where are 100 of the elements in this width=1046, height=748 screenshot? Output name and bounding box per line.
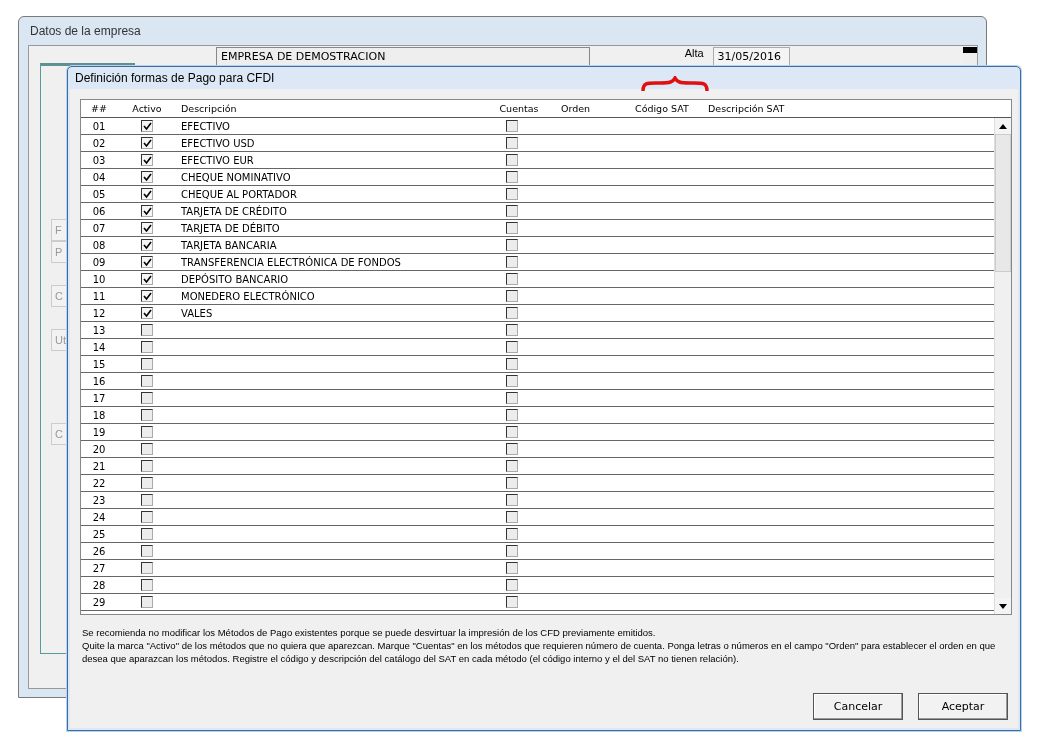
dialog-button[interactable]: Cancelar: [813, 693, 903, 720]
row-number: 16: [92, 375, 106, 387]
row-number: 12: [92, 307, 106, 319]
checkbox[interactable]: [506, 409, 518, 421]
checkbox[interactable]: [141, 188, 153, 200]
checkbox[interactable]: [506, 579, 518, 591]
row-number: 06: [92, 205, 106, 217]
table-cell: CHEQUE NOMINATIVO: [181, 171, 291, 183]
checkbox[interactable]: [506, 290, 518, 302]
checkbox[interactable]: [141, 460, 153, 472]
checkbox[interactable]: [141, 392, 153, 404]
checkbox[interactable]: [506, 341, 518, 353]
row-number: 14: [92, 341, 106, 353]
checkbox[interactable]: [141, 205, 153, 217]
checkbox[interactable]: [141, 154, 153, 166]
checkbox[interactable]: [141, 290, 153, 302]
row-number: 22: [92, 477, 106, 489]
row-number: 07: [92, 222, 106, 234]
checkbox[interactable]: [141, 545, 153, 557]
checkbox[interactable]: [506, 358, 518, 370]
checkbox[interactable]: [141, 375, 153, 387]
column-header: Activo: [131, 103, 163, 114]
checkbox[interactable]: [506, 137, 518, 149]
table-cell: MONEDERO ELECTRÓNICO: [181, 290, 315, 302]
checkbox[interactable]: [141, 494, 153, 506]
checkbox[interactable]: [141, 239, 153, 251]
checkbox[interactable]: [141, 596, 153, 608]
checkbox[interactable]: [506, 596, 518, 608]
checkbox[interactable]: [506, 375, 518, 387]
table-cell: TRANSFERENCIA ELECTRÓNICA DE FONDOS: [181, 256, 401, 268]
checkbox[interactable]: [506, 307, 518, 319]
checkbox[interactable]: [141, 307, 153, 319]
checkbox[interactable]: [141, 120, 153, 132]
checkbox[interactable]: [141, 579, 153, 591]
checkbox[interactable]: [141, 256, 153, 268]
row-number: 21: [92, 460, 106, 472]
checkbox[interactable]: [506, 392, 518, 404]
note-text: Se recomienda no modificar los Métodos de Pago existentes porque se puede desvirtuar la impresión de los CFD previamente emitidos.: [82, 626, 657, 639]
checkbox[interactable]: [141, 426, 153, 438]
checkbox[interactable]: [141, 562, 153, 574]
scroll-up-icon[interactable]: [995, 118, 1011, 134]
table-cell: TARJETA BANCARIA: [181, 239, 277, 251]
checkbox[interactable]: [141, 171, 153, 183]
table-cell: EFECTIVO EUR: [181, 154, 254, 166]
checkbox[interactable]: [141, 528, 153, 540]
scrollbar[interactable]: [994, 118, 1011, 614]
row-number: 01: [92, 120, 106, 132]
checkbox[interactable]: [141, 409, 153, 421]
row-number: 24: [92, 511, 106, 523]
checkbox[interactable]: [506, 528, 518, 540]
checkbox[interactable]: [506, 222, 518, 234]
checkbox[interactable]: [506, 256, 518, 268]
checkbox[interactable]: [141, 358, 153, 370]
checkbox[interactable]: [506, 545, 518, 557]
scroll-down-icon[interactable]: [995, 598, 1011, 614]
checkbox[interactable]: [506, 460, 518, 472]
checkbox[interactable]: [141, 511, 153, 523]
brace-annotation: [640, 76, 710, 92]
row-number: 10: [92, 273, 106, 285]
row-number: 03: [92, 154, 106, 166]
table-cell: DEPÓSITO BANCARIO: [181, 273, 289, 285]
row-number: 05: [92, 188, 106, 200]
checkbox[interactable]: [141, 273, 153, 285]
checkbox[interactable]: [506, 154, 518, 166]
column-header: Código SAT: [634, 103, 690, 114]
dialog-button[interactable]: Aceptar: [918, 693, 1008, 720]
checkbox[interactable]: [141, 222, 153, 234]
column-header: Descripción: [180, 103, 238, 114]
checkbox[interactable]: [141, 324, 153, 336]
checkbox[interactable]: [506, 324, 518, 336]
scroll-thumb[interactable]: [995, 134, 1011, 272]
row-number: 11: [92, 290, 106, 302]
checkbox[interactable]: [506, 239, 518, 251]
checkbox[interactable]: [506, 477, 518, 489]
checkbox[interactable]: [506, 171, 518, 183]
row-number: 09: [92, 256, 106, 268]
checkbox[interactable]: [506, 120, 518, 132]
row-number: 23: [92, 494, 106, 506]
checkbox[interactable]: [506, 511, 518, 523]
checkbox[interactable]: [506, 443, 518, 455]
checkbox[interactable]: [506, 562, 518, 574]
row-number: 26: [92, 545, 106, 557]
row-number: 20: [92, 443, 106, 455]
checkbox[interactable]: [141, 341, 153, 353]
row-number: 28: [92, 579, 106, 591]
checkbox[interactable]: [506, 205, 518, 217]
window-title: Datos de la empresa: [29, 23, 142, 40]
checkbox[interactable]: [506, 426, 518, 438]
row-number: 15: [92, 358, 106, 370]
note-text: Quite la marca "Activo" de los métodos que no quiera que aparezcan. Marque "Cuentas" en los métodos que requieren número de cuenta. Ponga letras o números en el campo "Orden" para establecer el orden en que desea que aparazcan los métodos. Registre el código y descripción del catálogo del SAT en cada método (el código interno y el del SAT no tienen relación).: [82, 639, 997, 665]
row-number: 13: [92, 324, 106, 336]
row-number: 29: [92, 596, 106, 608]
checkbox[interactable]: [141, 477, 153, 489]
checkbox[interactable]: [141, 137, 153, 149]
checkbox[interactable]: [506, 273, 518, 285]
checkbox[interactable]: [506, 188, 518, 200]
checkbox[interactable]: [506, 494, 518, 506]
checkbox[interactable]: [141, 443, 153, 455]
row-number: 18: [92, 409, 106, 421]
row-number: 25: [92, 528, 106, 540]
